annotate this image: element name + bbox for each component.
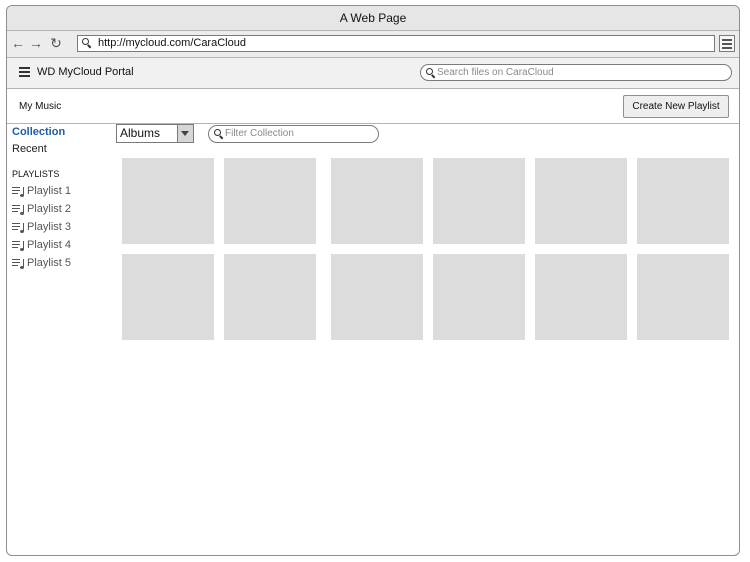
sidebar-item-playlist-1[interactable]: Playlist 1 bbox=[12, 182, 112, 200]
sidebar-item-playlist-4[interactable]: Playlist 4 bbox=[12, 236, 112, 254]
playlist-label: Playlist 3 bbox=[27, 221, 72, 233]
album-tile[interactable] bbox=[637, 254, 729, 340]
app-header: WD MyCloud Portal Search files on CaraCl… bbox=[7, 58, 739, 89]
sidebar-item-collection[interactable]: Collection bbox=[12, 126, 112, 138]
url-text: http://mycloud.com/CaraCloud bbox=[98, 37, 246, 49]
playlist-label: Playlist 5 bbox=[27, 257, 72, 269]
album-tile[interactable] bbox=[224, 158, 316, 244]
sidebar-item-playlist-3[interactable]: Playlist 3 bbox=[12, 218, 112, 236]
album-tile[interactable] bbox=[433, 254, 525, 340]
playlist-label: Playlist 4 bbox=[27, 239, 72, 251]
portal-title: WD MyCloud Portal bbox=[37, 66, 134, 78]
filter-placeholder: Filter Collection bbox=[225, 128, 294, 139]
album-tile[interactable] bbox=[331, 158, 423, 244]
view-select-value: Albums bbox=[120, 126, 161, 140]
search-files-input[interactable]: Search files on CaraCloud bbox=[420, 64, 732, 81]
album-tile[interactable] bbox=[122, 254, 214, 340]
album-tile[interactable] bbox=[224, 254, 316, 340]
playlist-icon bbox=[12, 204, 25, 215]
playlist-list: Playlist 1 Playlist 2 Playlist 3 Playlis… bbox=[12, 182, 112, 272]
window-title: A Web Page bbox=[7, 6, 739, 31]
sidebar-item-playlist-2[interactable]: Playlist 2 bbox=[12, 200, 112, 218]
playlist-label: Playlist 2 bbox=[27, 203, 72, 215]
playlist-icon bbox=[12, 240, 25, 251]
album-tile[interactable] bbox=[637, 158, 729, 244]
create-playlist-button[interactable]: Create New Playlist bbox=[623, 95, 729, 118]
album-tile[interactable] bbox=[331, 254, 423, 340]
page-subheader: My Music Create New Playlist bbox=[7, 89, 739, 124]
playlist-icon bbox=[12, 186, 25, 197]
sidebar-item-playlist-5[interactable]: Playlist 5 bbox=[12, 254, 112, 272]
browser-menu-icon[interactable] bbox=[719, 35, 735, 52]
playlist-icon bbox=[12, 258, 25, 269]
album-tile[interactable] bbox=[535, 158, 627, 244]
forward-arrow-icon[interactable]: → bbox=[29, 36, 43, 50]
back-arrow-icon[interactable]: ← bbox=[11, 36, 25, 50]
sidebar-item-recent[interactable]: Recent bbox=[12, 143, 112, 155]
dropdown-arrow-icon[interactable] bbox=[177, 125, 193, 142]
album-tile[interactable] bbox=[433, 158, 525, 244]
sidebar: Collection Recent PLAYLISTS Playlist 1 P… bbox=[12, 126, 112, 272]
url-input[interactable]: http://mycloud.com/CaraCloud bbox=[77, 35, 715, 52]
search-icon bbox=[426, 68, 435, 77]
album-tile[interactable] bbox=[535, 254, 627, 340]
search-icon bbox=[82, 38, 91, 47]
address-bar: ← → ↻ http://mycloud.com/CaraCloud bbox=[7, 31, 739, 58]
hamburger-menu-icon[interactable] bbox=[19, 67, 30, 77]
playlists-heading: PLAYLISTS bbox=[12, 169, 60, 179]
page-title: My Music bbox=[19, 101, 62, 112]
filter-collection-input[interactable]: Filter Collection bbox=[208, 125, 379, 143]
view-select[interactable]: Albums bbox=[116, 124, 194, 143]
search-icon bbox=[214, 129, 223, 138]
search-placeholder: Search files on CaraCloud bbox=[437, 67, 554, 78]
playlist-icon bbox=[12, 222, 25, 233]
album-tile[interactable] bbox=[122, 158, 214, 244]
playlist-label: Playlist 1 bbox=[27, 185, 72, 197]
refresh-icon[interactable]: ↻ bbox=[49, 36, 63, 50]
